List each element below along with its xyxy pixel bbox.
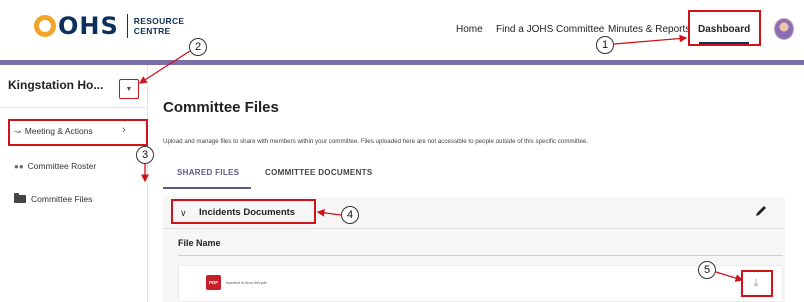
file-name-column-header: File Name [178,238,221,248]
people-icon: ●● [14,161,24,171]
site-selector-label: Kingstation Ho... [8,78,104,92]
file-name-link[interactable]: Incident in floor 6th.pdf [226,280,266,285]
pdf-file-icon: PDF [206,275,221,290]
callout-number: 1 [596,36,614,54]
nav-minutes-reports-link[interactable]: Minutes & Reports [608,24,690,35]
chevron-down-icon: ▼ [125,85,133,93]
file-row[interactable] [178,265,783,302]
highlight-box-section-title [171,199,316,224]
callout-number: 3 [136,146,154,164]
sidebar-item-label: Committee Roster [27,161,97,171]
logo-o-mark [34,15,56,37]
sidebar-item-label: Committee Files [31,194,93,204]
tab-committee-documents[interactable]: COMMITTEE DOCUMENTS [265,168,372,177]
logo-divider [126,14,128,38]
callout-number: 2 [189,38,207,56]
nav-home-link[interactable]: Home [456,24,483,35]
logo-sub-line1: RESOURCE [133,16,185,26]
sidebar-item-committee-roster[interactable]: ●● Committee Roster [14,161,96,171]
page-title: Committee Files [163,99,279,116]
callout-number: 5 [698,261,716,279]
tab-shared-files[interactable]: SHARED FILES [177,168,239,177]
highlight-box-dashboard [688,10,761,46]
sidebar-divider [0,107,148,108]
download-icon[interactable]: ⤓ [749,276,763,290]
edit-pencil-icon[interactable] [754,204,768,218]
top-header: OHS RESOURCE CENTRE Home Find a JOHS Com… [0,0,804,60]
page-description: Upload and manage files to share with me… [163,138,589,145]
sidebar-item-committee-files[interactable]: Committee Files [14,193,93,204]
folder-icon [14,193,26,203]
logo-main-text: OHS [58,12,119,40]
highlight-box-committee-files [8,119,148,146]
section-header-divider [163,228,785,229]
sidebar: Kingstation Ho... ▼ ↝ Meeting & Actions … [0,65,148,302]
nav-find-committee-link[interactable]: Find a JOHS Committee [496,24,604,35]
ohs-logo[interactable]: OHS RESOURCE CENTRE [34,12,184,40]
site-selector-dropdown-button[interactable]: ▼ [119,79,139,99]
logo-sub-line2: CENTRE [133,26,171,36]
logo-wordmark: OHS [34,12,119,40]
user-avatar[interactable] [774,18,794,40]
column-header-divider [178,255,783,256]
callout-number: 4 [341,206,359,224]
active-tab-underline [163,187,251,189]
logo-subtitle: RESOURCE CENTRE [134,16,185,36]
